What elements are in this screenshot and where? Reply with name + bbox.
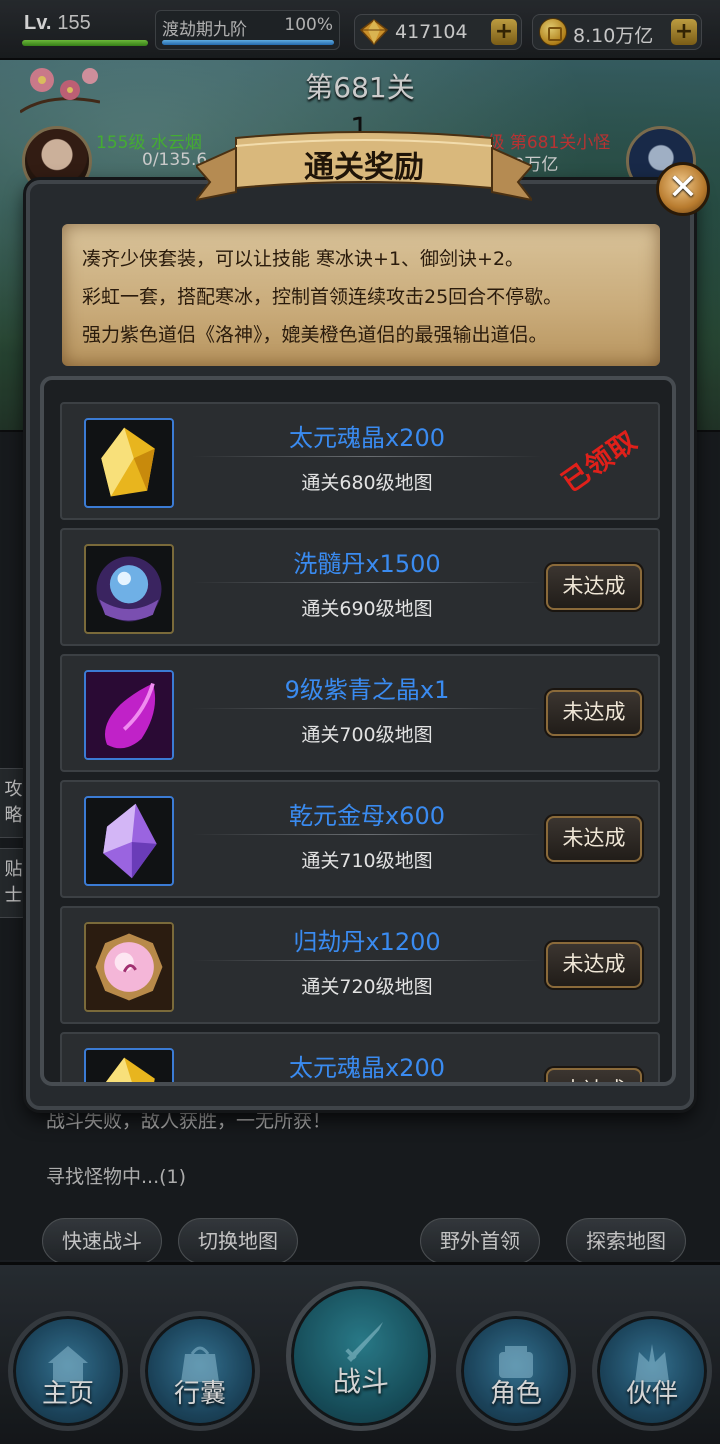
description-line: 彩虹一套，搭配寒冰，控制首领连续攻击25回合不停歇。 <box>82 286 563 308</box>
reward-name: 乾元金母x600 <box>288 802 445 830</box>
gem-currency: 417104 + <box>354 14 522 50</box>
not-achieved-button[interactable]: 未达成 <box>546 564 642 610</box>
realm-display: 渡劫期九阶 100% <box>155 10 340 50</box>
nav-home[interactable]: 主页 <box>8 1311 128 1431</box>
coin-icon <box>539 18 567 46</box>
reward-requirement: 通关700级地图 <box>301 724 433 746</box>
reward-requirement: 通关720级地图 <box>301 976 433 998</box>
reward-row: 归劫丹x1200 通关720级地图 未达成 <box>60 906 660 1024</box>
violet-crystal-icon <box>84 796 174 886</box>
quick-battle-button[interactable]: 快速战斗 <box>42 1218 162 1264</box>
reward-name: 归劫丹x1200 <box>293 928 441 956</box>
reward-row: 乾元金母x600 通关710级地图 未达成 <box>60 780 660 898</box>
log-line: 寻找怪物中...(1) <box>46 1166 187 1188</box>
reward-name: 洗髓丹x1500 <box>293 550 441 578</box>
reward-name: 太元魂晶x200 <box>288 424 445 452</box>
nav-partner[interactable]: 伙伴 <box>592 1311 712 1431</box>
divider <box>192 582 542 583</box>
divider <box>192 834 542 835</box>
realm-progress-bar <box>162 40 334 45</box>
nav-battle[interactable]: 战斗 <box>286 1281 436 1431</box>
level-progress-bar <box>22 40 148 46</box>
claimed-stamp: 已领取 <box>556 425 644 499</box>
nav-label: 主页 <box>41 1379 94 1409</box>
switch-map-button[interactable]: 切换地图 <box>178 1218 298 1264</box>
stage-title: 第681关 <box>305 71 415 104</box>
gem-icon <box>359 19 389 46</box>
gem-amount: 417104 <box>395 21 468 43</box>
divider <box>192 456 542 457</box>
log-line: 战斗失败，敌人获胜，一无所获！ <box>46 1110 332 1132</box>
close-button[interactable]: ✕ <box>656 162 710 216</box>
not-achieved-button[interactable]: 未达成 <box>546 816 642 862</box>
reward-list[interactable]: 太元魂晶x200 通关680级地图 已领取 洗髓丹x1500 通关690级地图 … <box>40 376 676 1086</box>
realm-percent: 100% <box>284 15 333 35</box>
reward-row: 太元魂晶x200 通关680级地图 已领取 <box>60 402 660 520</box>
explore-map-button[interactable]: 探索地图 <box>566 1218 686 1264</box>
level-display: Lv. 155 <box>18 10 150 46</box>
sword-icon <box>345 1322 383 1362</box>
guide-tab[interactable]: 攻略 <box>0 768 28 838</box>
nav-character[interactable]: 角色 <box>456 1311 576 1431</box>
not-achieved-button[interactable]: 未达成 <box>546 690 642 736</box>
divider <box>192 960 542 961</box>
gold-currency: 8.10万亿 + <box>532 14 702 50</box>
reward-name: 9级紫青之晶x1 <box>284 676 450 704</box>
bottom-nav: 主页 行囊 战斗 角色 伙伴 <box>0 1262 720 1444</box>
orb-pill-icon <box>84 544 174 634</box>
tips-tab[interactable]: 贴士 <box>0 848 28 918</box>
description-scroll: 凑齐少侠套装，可以让技能 寒冰诀+1、御剑诀+2。 彩虹一套，搭配寒冰，控制首领… <box>62 224 660 366</box>
level-value: 155 <box>57 12 91 34</box>
pink-gem-icon <box>84 922 174 1012</box>
reward-requirement: 通关710级地图 <box>301 850 433 872</box>
yellow-crystal-icon <box>84 1048 174 1082</box>
description-line: 凑齐少侠套装，可以让技能 寒冰诀+1、御剑诀+2。 <box>82 248 525 270</box>
status-bar: Lv. 155 渡劫期九阶 100% 417104 + 8.10万亿 + <box>0 0 720 60</box>
field-boss-button[interactable]: 野外首领 <box>420 1218 540 1264</box>
reward-name: 太元魂晶x200 <box>288 1054 445 1082</box>
reward-requirement: 通关680级地图 <box>301 472 433 494</box>
not-achieved-button[interactable]: 未达成 <box>546 942 642 988</box>
nav-label: 伙伴 <box>625 1379 678 1409</box>
not-achieved-button[interactable]: 未达成 <box>546 1068 642 1082</box>
realm-name: 渡劫期九阶 <box>162 20 247 40</box>
level-prefix: Lv. <box>24 12 52 34</box>
gold-amount: 8.10万亿 <box>573 25 654 47</box>
yellow-crystal-icon <box>84 418 174 508</box>
modal-title: 通关奖励 <box>304 150 424 185</box>
nav-label: 角色 <box>489 1379 542 1409</box>
divider <box>192 708 542 709</box>
description-line: 强力紫色道侣《洛神》，媲美橙色道侣的最强输出道侣。 <box>82 324 548 346</box>
reward-row: 9级紫青之晶x1 通关700级地图 未达成 <box>60 654 660 772</box>
nav-bag[interactable]: 行囊 <box>140 1311 260 1431</box>
nav-label: 行囊 <box>173 1379 226 1409</box>
purple-crystal-icon <box>84 670 174 760</box>
add-gems-button[interactable]: + <box>491 19 517 45</box>
reward-requirement: 通关690级地图 <box>301 598 433 620</box>
add-gold-button[interactable]: + <box>671 19 697 45</box>
reward-row: 太元魂晶x200 未达成 <box>60 1032 660 1082</box>
reward-row: 洗髓丹x1500 通关690级地图 未达成 <box>60 528 660 646</box>
nav-label: 战斗 <box>332 1365 389 1398</box>
